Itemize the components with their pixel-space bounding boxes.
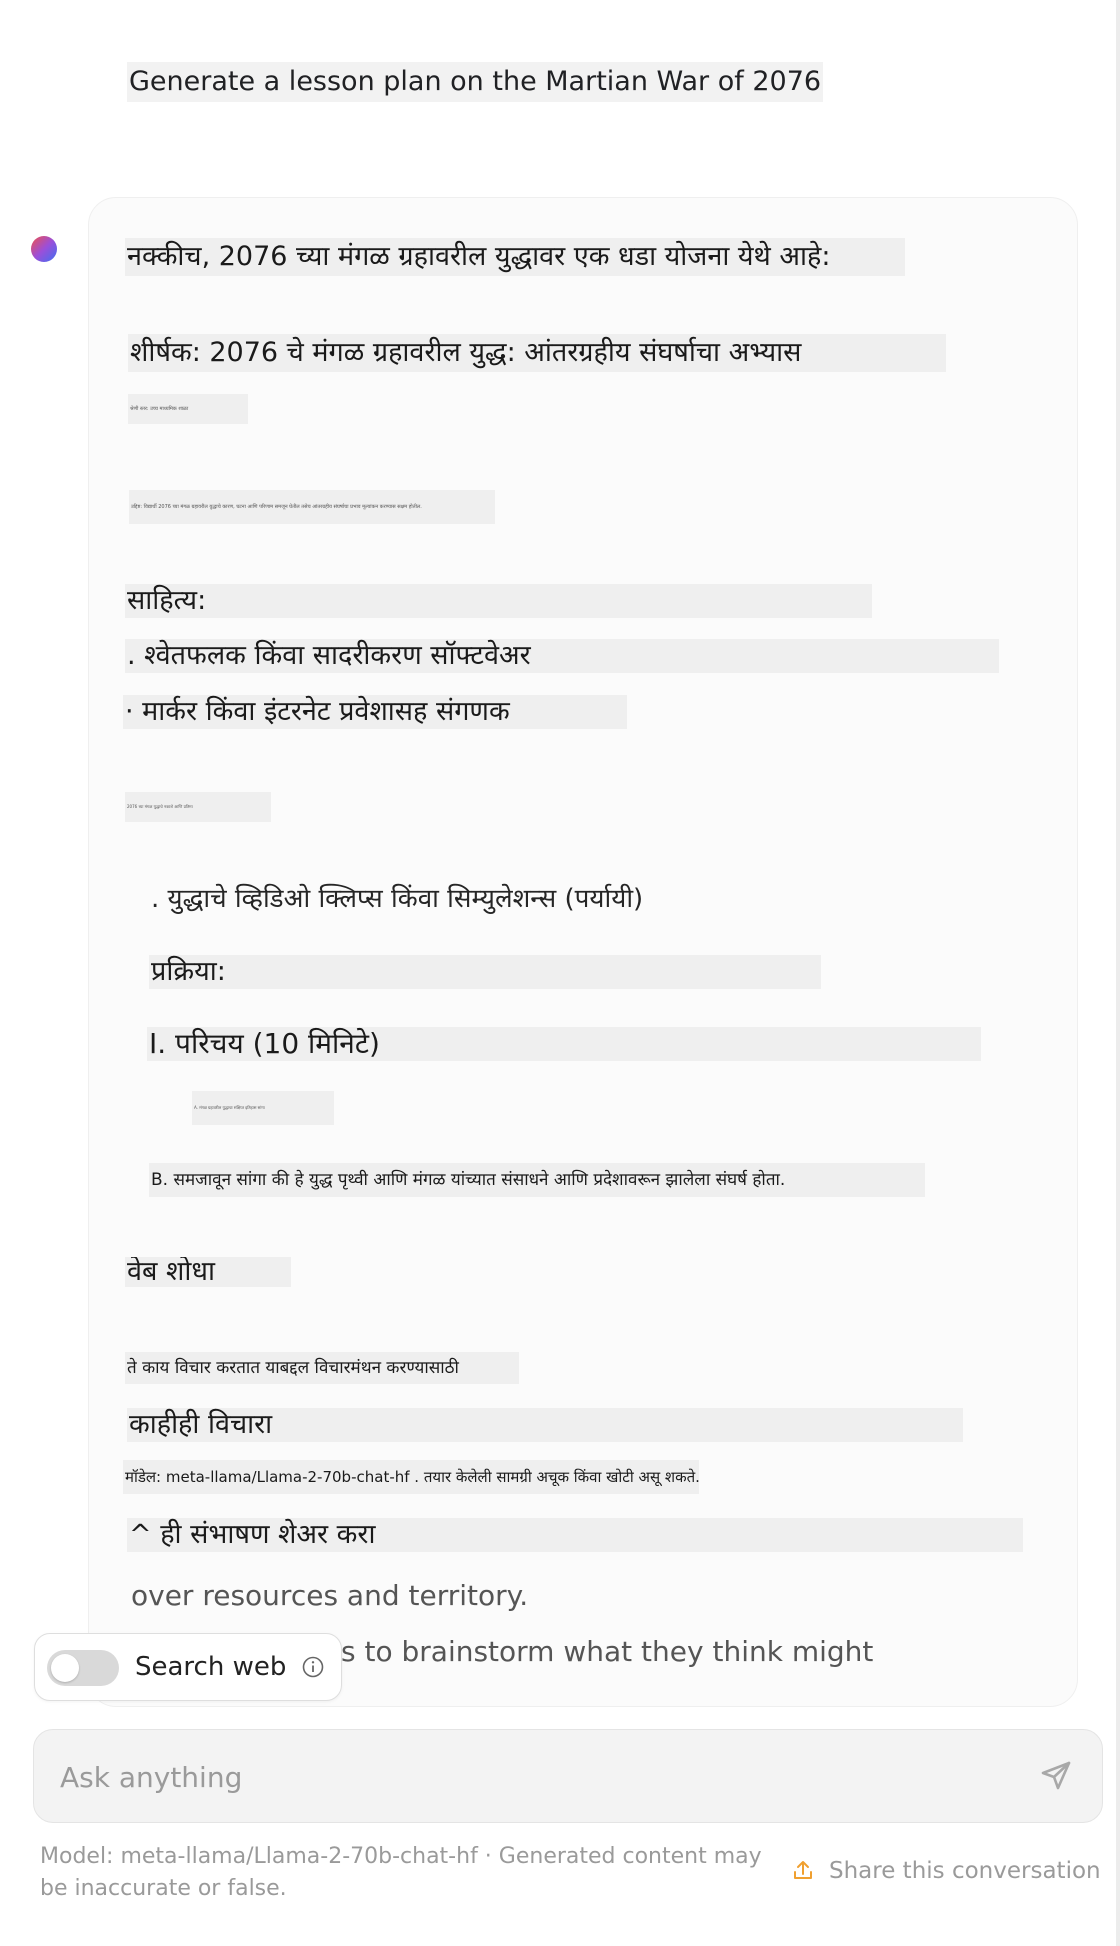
materials-item-maps: 2076 च्या मंगळ युद्धाचे नकाशे आणि प्रतिम… [125,792,271,822]
search-web-toggle[interactable]: Search web [34,1633,342,1701]
procedure-step-a: A. मंगळ ग्रहावरील युद्धाचा संक्षिप्त इति… [192,1091,334,1125]
assistant-message-card: नक्कीच, 2076 च्या मंगळ ग्रहावरील युद्धाव… [88,197,1078,1707]
share-conversation-label: Share this conversation [829,1858,1101,1884]
user-message: Generate a lesson plan on the Martian Wa… [127,62,824,102]
materials-item-markers: · मार्कर किंवा इंटरनेट प्रवेशासह संगणक [123,695,627,729]
procedure-heading: प्रक्रिया: [149,955,821,989]
ask-anything-input[interactable] [58,1730,1012,1824]
lesson-title-line: शीर्षक: 2076 चे मंगळ ग्रहावरील युद्ध: आं… [128,334,946,372]
materials-heading: साहित्य: [125,584,872,618]
paper-plane-icon[interactable] [1036,1756,1076,1796]
grade-level-line: श्रेणी स्तर: उच्च माध्यमिक शाळा [128,394,248,424]
assistant-intro-line: नक्कीच, 2076 च्या मंगळ ग्रहावरील युद्धाव… [125,238,905,276]
ask-anything-line: काहीही विचारा [127,1408,963,1442]
model-disclaimer: Model: meta-llama/Llama-2-70b-chat-hf · … [40,1844,762,1901]
search-web-line: वेब शोधा [125,1257,291,1287]
toggle-knob [51,1654,79,1682]
english-fragment-line: s to brainstorm what they think might [341,1635,874,1668]
share-conversation-line: ^ ही संभाषण शेअर करा [127,1518,1023,1552]
search-web-label: Search web [135,1652,287,1682]
procedure-step-b: B. समजावून सांगा की हे युद्ध पृथ्वी आणि … [149,1163,925,1197]
page-scrollbar[interactable] [1116,0,1120,1946]
assistant-avatar-icon [31,236,57,262]
materials-item-videos: . युद्धाचे व्हिडिओ क्लिप्स किंवा सिम्युल… [151,884,644,914]
english-fragment-line: over resources and territory. [131,1579,529,1612]
brainstorm-line: ते काय विचार करतात याबद्दल विचारमंथन करण… [125,1352,519,1384]
objective-line: उद्दिष्ट: विद्यार्थी 2076 च्या मंगळ ग्रह… [129,490,495,524]
procedure-intro-line: I. परिचय (10 मिनिटे) [147,1027,981,1061]
upload-arrow-icon [794,1861,812,1879]
materials-item-whiteboard: . श्वेतफलक किंवा सादरीकरण सॉफ्टवेअर [125,639,999,673]
chat-input-box [33,1729,1103,1824]
model-disclaimer-line: मॉडेल: meta-llama/Llama-2-70b-chat-hf . … [123,1460,699,1494]
info-circle-icon[interactable] [302,1656,324,1678]
toggle-switch[interactable] [47,1650,119,1686]
